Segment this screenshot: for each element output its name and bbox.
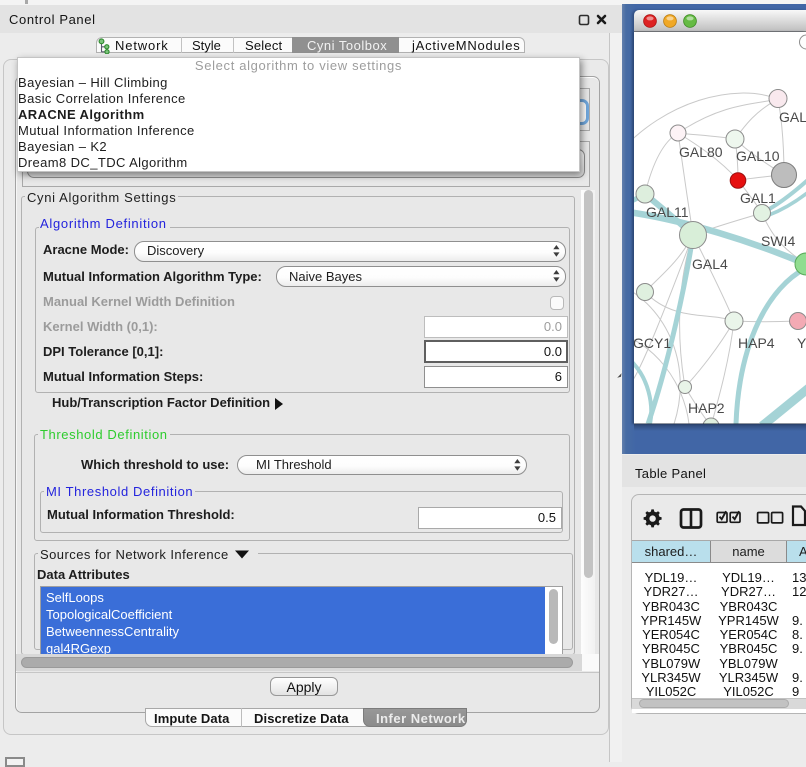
svg-text:GAL80: GAL80 — [679, 144, 723, 160]
svg-text:YD: YD — [797, 335, 806, 351]
svg-text:HAP2: HAP2 — [688, 400, 725, 416]
svg-text:SWI4: SWI4 — [761, 233, 795, 249]
svg-text:GAL11: GAL11 — [646, 204, 689, 220]
svg-text:GAL7: GAL7 — [779, 109, 806, 125]
svg-text:GAL10: GAL10 — [736, 148, 780, 164]
svg-text:HAP4: HAP4 — [738, 335, 775, 351]
svg-text:GAL4: GAL4 — [692, 256, 728, 272]
svg-text:GAL1: GAL1 — [740, 190, 776, 206]
svg-text:GCY1: GCY1 — [634, 335, 671, 351]
